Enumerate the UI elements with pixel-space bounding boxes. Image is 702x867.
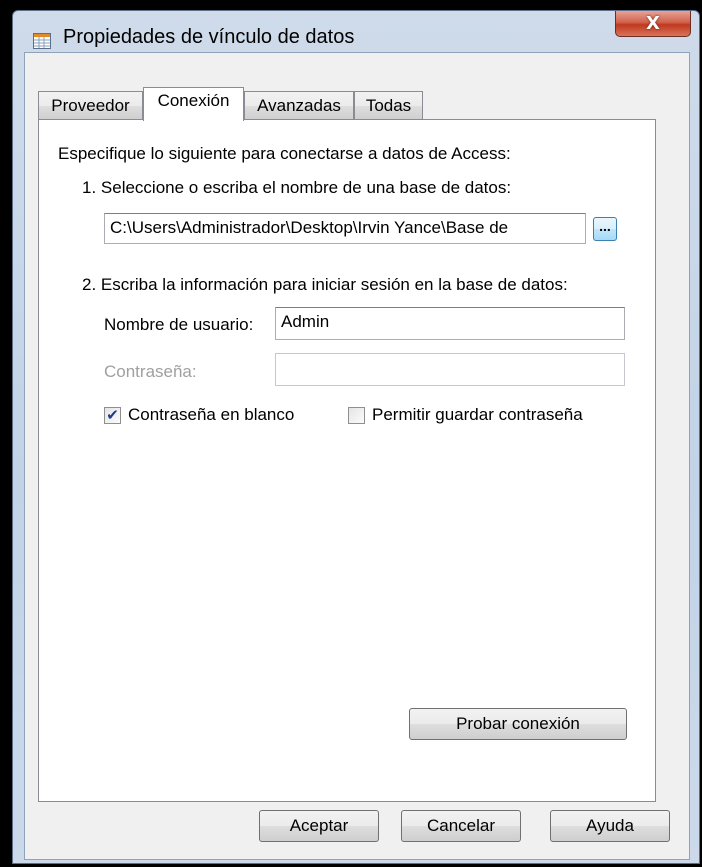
- username-label: Nombre de usuario:: [104, 315, 254, 334]
- tab-label: Conexión: [157, 91, 230, 110]
- blank-password-label[interactable]: Contraseña en blanco: [128, 405, 294, 425]
- database-path-input[interactable]: C:\Users\Administrador\Desktop\Irvin Yan…: [104, 213, 586, 244]
- tab-proveedor[interactable]: Proveedor: [38, 91, 143, 120]
- tab-todas[interactable]: Todas: [354, 91, 423, 120]
- tab-label: Avanzadas: [257, 96, 341, 115]
- tab-label: Todas: [365, 96, 412, 115]
- tab-label: Proveedor: [51, 96, 130, 115]
- ok-button[interactable]: Aceptar: [259, 810, 379, 842]
- test-connection-button[interactable]: Probar conexión: [409, 708, 627, 740]
- intro-text: Especifique lo siguiente para conectarse…: [58, 144, 511, 163]
- close-button[interactable]: X: [615, 11, 691, 37]
- help-button[interactable]: Ayuda: [550, 810, 670, 842]
- dialog-body: Proveedor Conexión Avanzadas Todas Espec…: [24, 52, 690, 860]
- allow-save-password-label[interactable]: Permitir guardar contraseña: [372, 405, 583, 425]
- password-input[interactable]: [275, 353, 625, 386]
- username-input[interactable]: Admin: [275, 307, 625, 340]
- connection-panel: Especifique lo siguiente para conectarse…: [38, 119, 656, 802]
- dialog-window: Propiedades de vínculo de datos X Provee…: [12, 10, 700, 864]
- window-title: Propiedades de vínculo de datos: [63, 26, 355, 48]
- close-icon: X: [646, 13, 660, 34]
- tab-avanzadas[interactable]: Avanzadas: [244, 91, 354, 120]
- browse-button[interactable]: ...: [593, 217, 617, 241]
- data-link-icon: [33, 33, 51, 49]
- checkmark-icon: ✔: [106, 406, 119, 424]
- step1-label: 1. Seleccione o escriba el nombre de una…: [82, 178, 512, 197]
- password-label: Contraseña:: [104, 362, 197, 381]
- cancel-button[interactable]: Cancelar: [401, 810, 521, 842]
- allow-save-password-checkbox[interactable]: [348, 407, 365, 424]
- tab-conexion[interactable]: Conexión: [143, 87, 244, 121]
- step2-label: 2. Escriba la información para iniciar s…: [82, 275, 568, 294]
- blank-password-checkbox[interactable]: ✔: [104, 407, 121, 424]
